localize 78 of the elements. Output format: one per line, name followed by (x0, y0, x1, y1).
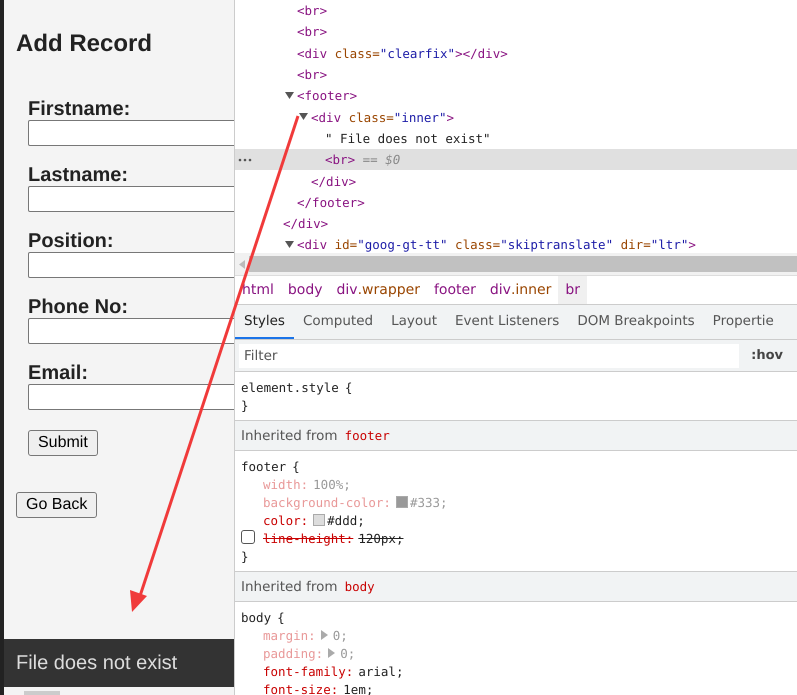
property-value: #333; (410, 494, 448, 510)
breadcrumb[interactable]: div.inner (482, 276, 558, 304)
brace: } (241, 398, 249, 412)
scrollbar-thumb[interactable] (249, 256, 797, 272)
page-title: Add Record (16, 30, 154, 58)
more-icon[interactable] (238, 158, 252, 162)
dom-node-text: <br> (297, 67, 328, 82)
panel-tab[interactable]: Computed (294, 305, 382, 339)
hov-button[interactable]: :hov (739, 348, 793, 363)
brace: } (241, 548, 249, 564)
breadcrumb[interactable]: body (280, 276, 330, 304)
dom-node-text: <div class="clearfix"></div> (297, 46, 508, 61)
property-name: color: (263, 512, 308, 528)
property-name: font-size: (263, 682, 338, 695)
panel-tab[interactable]: Propertie (704, 305, 783, 339)
breadcrumb[interactable]: footer (426, 276, 483, 304)
dom-node-text: <footer> (297, 88, 358, 104)
css-selector: body (241, 610, 272, 624)
inherited-label: Inherited from (241, 428, 338, 444)
brace: { (292, 458, 300, 474)
inherited-source[interactable]: footer (344, 428, 390, 443)
scrollbar-thumb[interactable] (24, 691, 60, 695)
input-field[interactable] (28, 252, 234, 278)
dom-node-text: " File does not exist" (325, 130, 491, 146)
breadcrumb[interactable]: div.wrapper (330, 276, 427, 304)
dom-node-text: <br> == $0 (325, 152, 400, 168)
panel-tab[interactable]: Layout (382, 305, 446, 339)
css-selector: footer (241, 458, 286, 474)
color-swatch[interactable] (396, 496, 408, 508)
footer-text: File does not exist (16, 652, 178, 674)
panel-tab[interactable]: Event Listeners (446, 305, 568, 339)
dom-node-text: </div> (311, 174, 356, 189)
dom-node-text: <div id="goog-gt-tt" class="skiptranslate" dir="ltr"> (297, 237, 696, 252)
property-value: 1em; (343, 682, 374, 695)
filter-field[interactable]: Filter (239, 344, 740, 368)
expand-triangle-icon[interactable] (299, 113, 308, 122)
brace: { (277, 610, 285, 624)
input-field[interactable] (28, 120, 234, 146)
dom-node-text: </footer> (297, 194, 365, 210)
property-value: 0; (332, 628, 348, 642)
inherited-source[interactable]: body (344, 579, 375, 594)
input-field[interactable] (28, 186, 234, 212)
go-back-button[interactable]: Go Back (16, 492, 98, 518)
input-field[interactable] (28, 318, 234, 344)
property-name: width: (263, 476, 308, 492)
property-value: arial; (358, 664, 404, 678)
dom-node-text: <div class="inner"> (311, 110, 454, 125)
panel-tab[interactable]: DOM Breakpoints (568, 305, 704, 339)
field-label: Phone No: (28, 296, 129, 318)
dom-tree-row[interactable]: " File does not exist" (235, 128, 797, 150)
property-checkbox[interactable] (241, 530, 255, 544)
breadcrumb[interactable]: html (235, 276, 281, 304)
inherited-label: Inherited from (241, 578, 338, 594)
property-name: padding: (263, 646, 324, 660)
property-value: 120px; (358, 530, 404, 546)
dom-node-text: <br> (297, 3, 328, 18)
property-name: line-height: (263, 530, 354, 546)
dom-node-text: </div> (283, 216, 328, 232)
breadcrumb[interactable]: br (558, 276, 588, 304)
property-name: background-color: (263, 494, 391, 510)
css-selector: element.style (241, 380, 339, 394)
field-label: Position: (28, 230, 115, 252)
dom-node-text: <br> (297, 24, 328, 40)
expand-triangle-icon[interactable] (285, 240, 294, 249)
field-label: Email: (28, 362, 90, 384)
property-value: #ddd; (327, 512, 365, 528)
brace: { (344, 380, 352, 394)
field-label: Firstname: (28, 98, 132, 120)
property-value: 0; (340, 646, 356, 660)
property-name: margin: (263, 628, 316, 642)
property-name: font-family: (263, 664, 354, 678)
submit-button[interactable]: Submit (28, 430, 98, 456)
expand-triangle-icon[interactable] (285, 92, 294, 100)
property-value: 100%; (313, 476, 351, 492)
color-swatch[interactable] (313, 514, 326, 526)
input-field[interactable] (28, 384, 234, 410)
field-label: Lastname: (28, 164, 130, 186)
dom-tree-row[interactable]: <br> == $0 (235, 149, 797, 170)
